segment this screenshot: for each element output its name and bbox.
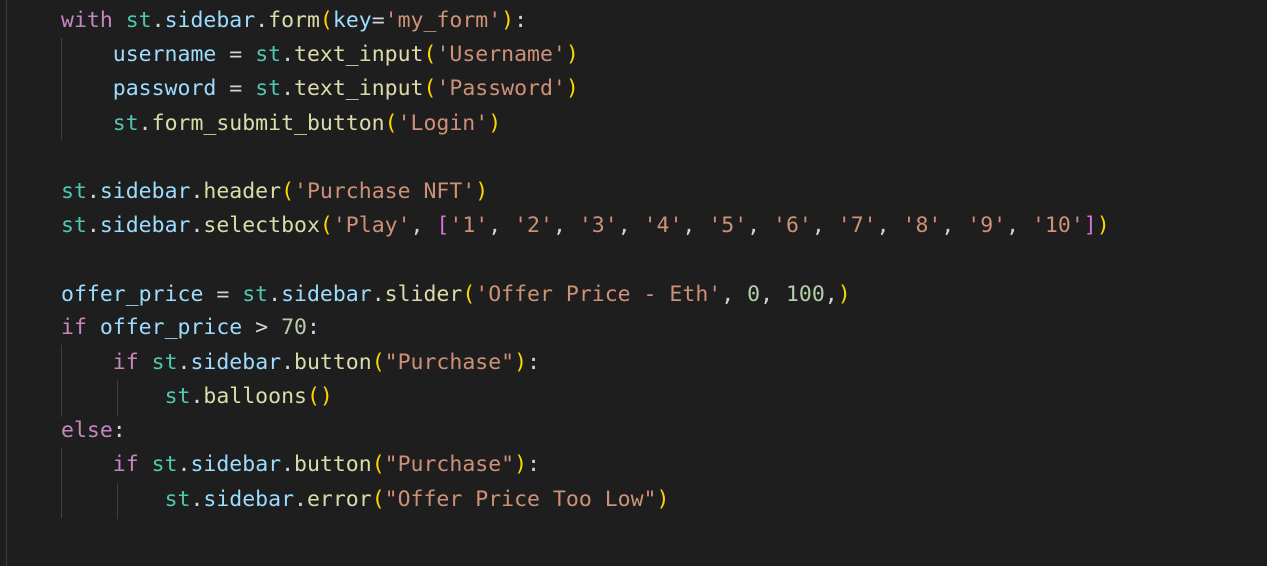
code-line-6[interactable]: st.sidebar.header('Purchase NFT') bbox=[61, 175, 488, 209]
code-line-3[interactable]: password = st.text_input('Password') bbox=[61, 72, 579, 106]
code-line-7[interactable]: st.sidebar.selectbox('Play', ['1', '2', … bbox=[61, 209, 1110, 243]
code-line-9[interactable]: offer_price = st.sidebar.slider('Offer P… bbox=[61, 278, 851, 312]
code-line-2[interactable]: username = st.text_input('Username') bbox=[61, 38, 579, 72]
code-line-1[interactable]: with st.sidebar.form(key='my_form'): bbox=[61, 4, 527, 38]
code-editor[interactable]: with st.sidebar.form(key='my_form'): use… bbox=[0, 0, 1267, 566]
code-line-13[interactable]: else: bbox=[61, 414, 126, 448]
code-line-15[interactable]: st.sidebar.error("Offer Price Too Low") bbox=[61, 483, 670, 517]
code-line-14[interactable]: if st.sidebar.button("Purchase"): bbox=[61, 448, 540, 482]
editor-left-border bbox=[6, 0, 7, 566]
code-line-11[interactable]: if st.sidebar.button("Purchase"): bbox=[61, 346, 540, 380]
code-line-12[interactable]: st.balloons() bbox=[61, 380, 333, 414]
code-line-10[interactable]: if offer_price > 70: bbox=[61, 311, 320, 345]
code-line-4[interactable]: st.form_submit_button('Login') bbox=[61, 107, 501, 141]
